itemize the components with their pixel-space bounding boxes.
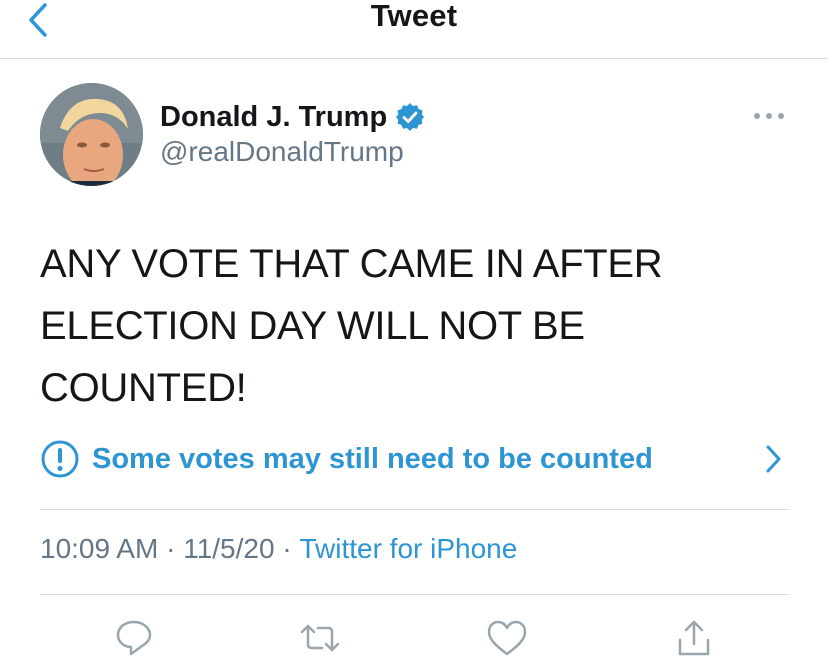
reply-icon [116,620,152,656]
election-notice-link[interactable]: Some votes may still need to be counted [40,438,790,480]
share-icon [678,620,710,656]
more-options-button[interactable] [748,106,790,126]
tweet-meta: 10:09 AM · 11/5/20 · Twitter for iPhone [40,533,517,565]
page-title: Tweet [370,0,458,33]
tweet-line: ELECTION DAY WILL NOT BE [40,304,585,348]
avatar[interactable] [40,83,143,186]
divider [40,509,790,510]
tweet-time: 10:09 AM [40,533,159,564]
tweet-source-link[interactable]: Twitter for iPhone [299,533,517,565]
like-icon [487,620,527,656]
chevron-right-icon [766,445,781,473]
tweet-date: 11/5/20 [183,533,275,564]
retweet-button[interactable] [298,618,342,658]
notice-text: Some votes may still need to be counted [92,442,653,475]
more-dots-icon [754,113,784,119]
meta-separator: · [274,533,300,564]
retweet-icon [300,624,340,652]
exclamation-circle-icon [41,440,79,478]
tweet-text: ANY VOTE THAT CAME IN AFTER ELECTION DAY… [40,233,800,419]
top-bar: Tweet [0,0,828,59]
tweet-line: COUNTED! [40,366,247,410]
divider [40,594,790,595]
reply-button[interactable] [112,618,156,658]
display-name: Donald J. Trump [160,100,388,133]
tweet-line: ANY VOTE THAT CAME IN AFTER [40,242,663,286]
verified-badge-icon [396,103,425,131]
like-button[interactable] [485,618,529,658]
tweet-actions-bar [0,618,828,658]
user-handle[interactable]: @realDonaldTrump [160,136,404,168]
meta-separator: · [158,533,184,564]
share-button[interactable] [672,618,716,658]
author-name-row[interactable]: Donald J. Trump [160,99,425,135]
